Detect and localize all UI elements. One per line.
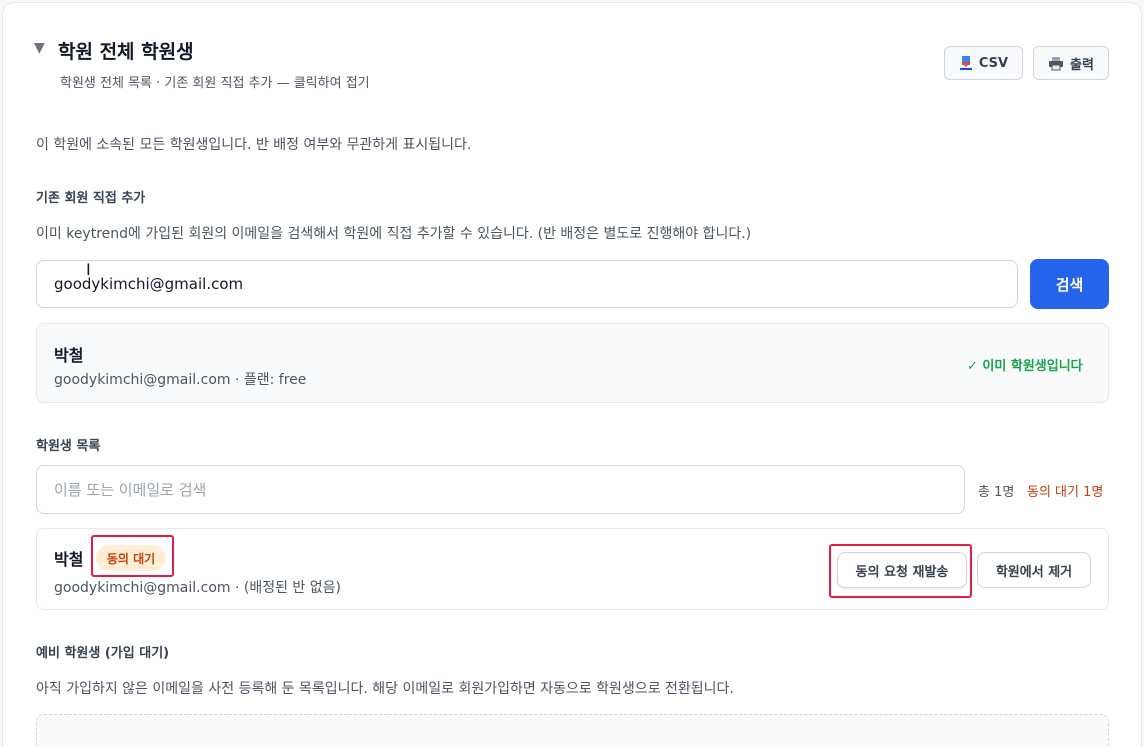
csv-label: CSV — [978, 55, 1009, 71]
result-meta: goodykimchi@gmail.com · 플랜: free — [54, 372, 307, 388]
remove-student-button[interactable]: 학원에서 제거 — [977, 552, 1091, 588]
pre-students-help: 아직 가입하지 않은 이메일을 사전 등록해 둔 목록입니다. 해당 이메일로 … — [36, 681, 734, 697]
print-button[interactable]: 출력 — [1033, 46, 1109, 80]
text-cursor-icon: I — [86, 260, 91, 279]
student-search-placeholder: 이름 또는 이메일로 검색 — [54, 481, 207, 499]
print-label: 출력 — [1070, 57, 1094, 73]
section-description: 이 학원에 소속된 모든 학원생입니다. 반 배정 여부와 무관하게 표시됩니다… — [36, 137, 472, 153]
section-subtitle: 학원생 전체 목록 · 기존 회원 직접 추가 — 클릭하여 접기 — [60, 76, 370, 91]
csv-export-button[interactable]: CSV — [944, 46, 1023, 80]
download-icon — [959, 56, 972, 70]
add-member-help: 이미 keytrend에 가입된 회원의 이메일을 검색해서 학원에 직접 추가… — [36, 226, 752, 242]
badge-highlight-box — [91, 535, 174, 577]
resend-highlight-box — [829, 544, 972, 598]
student-search-input[interactable]: 이름 또는 이메일로 검색 — [36, 465, 965, 514]
add-member-label: 기존 회원 직접 추가 — [36, 191, 146, 206]
total-count: 총 1명 — [978, 485, 1015, 500]
collapse-caret-icon[interactable]: ▼ — [34, 40, 45, 56]
student-list-label: 학원생 목록 — [36, 439, 101, 454]
pending-count: 동의 대기 1명 — [1027, 485, 1104, 500]
result-name: 박철 — [54, 346, 84, 365]
email-input-value: goodykimchi@gmail.com — [54, 275, 244, 293]
section-title[interactable]: 학원 전체 학원생 — [58, 37, 194, 64]
printer-icon — [1049, 56, 1064, 70]
pre-students-dropzone — [36, 714, 1109, 747]
student-meta: goodykimchi@gmail.com · (배정된 반 없음) — [54, 580, 341, 596]
search-result-card — [36, 323, 1109, 403]
student-name: 박철 — [54, 550, 84, 569]
email-search-input[interactable]: goodykimchi@gmail.com — [36, 260, 1018, 308]
search-button[interactable]: 검색 — [1030, 259, 1109, 309]
pre-students-label: 예비 학원생 (가입 대기) — [36, 646, 170, 661]
already-student-status: ✓ 이미 학원생입니다 — [967, 359, 1083, 374]
